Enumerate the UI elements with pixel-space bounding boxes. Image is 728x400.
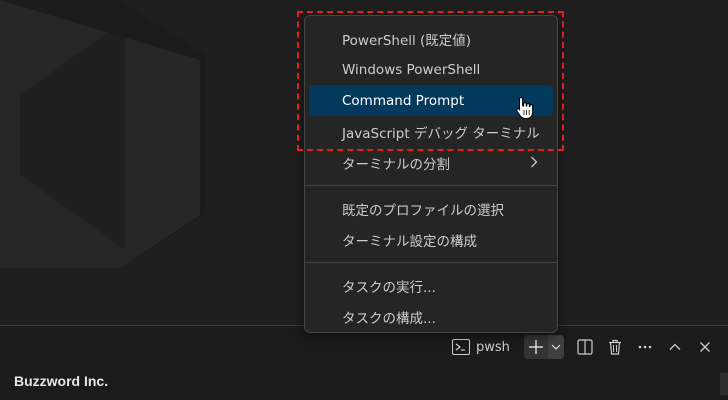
menu-item-label: PowerShell (既定値) [342,32,472,49]
ellipsis-icon [638,345,652,349]
menu-item-split-terminal[interactable]: ターミナルの分割 [309,147,553,178]
menu-item-javascript-debug-terminal[interactable]: JavaScript デバッグ ターミナル [309,116,553,147]
menu-item-label: JavaScript デバッグ ターミナル [342,125,540,142]
menu-item-label: タスクの実行... [342,279,436,296]
vscode-logo-watermark-icon [0,0,205,268]
chevron-right-icon [531,156,538,168]
split-icon [577,339,593,355]
menu-item-select-default-profile[interactable]: 既定のプロファイルの選択 [309,193,553,224]
trash-icon [608,339,621,355]
launch-profile-menu: PowerShell (既定値) Windows PowerShell Comm… [304,15,558,333]
terminal-icon [452,339,470,355]
new-terminal-group [523,335,564,359]
kill-terminal-button[interactable] [600,334,630,360]
terminal-name-label: pwsh [476,339,510,355]
menu-item-configure-tasks[interactable]: タスクの構成... [309,301,553,332]
terminal-tab-pwsh[interactable]: pwsh [446,334,516,360]
menu-item-label: ターミナルの分割 [342,156,450,173]
close-icon [699,342,710,352]
menu-item-configure-terminal-settings[interactable]: ターミナル設定の構成 [309,224,553,255]
maximize-panel-button[interactable] [660,334,690,360]
menu-item-label: Command Prompt [342,92,465,109]
menu-separator [305,185,557,186]
launch-profile-dropdown-button[interactable] [547,335,564,359]
menu-item-label: タスクの構成... [342,310,436,327]
menu-separator [305,262,557,263]
menu-item-windows-powershell[interactable]: Windows PowerShell [309,54,553,85]
menu-item-run-task[interactable]: タスクの実行... [309,270,553,301]
menu-item-label: ターミナル設定の構成 [342,233,477,250]
plus-icon [528,340,543,354]
panel-scrollbar[interactable] [720,373,728,395]
chevron-up-icon [669,343,681,350]
menu-item-label: Windows PowerShell [342,61,481,78]
company-name: Buzzword Inc. [14,373,109,389]
close-panel-button[interactable] [690,334,720,360]
split-terminal-button[interactable] [570,334,600,360]
new-terminal-button[interactable] [524,335,548,359]
more-actions-button[interactable] [630,334,660,360]
terminal-toolbar: pwsh [446,334,720,360]
chevron-down-icon [551,344,561,350]
menu-item-label: 既定のプロファイルの選択 [342,202,504,219]
hand-pointer-cursor-icon [516,96,534,119]
menu-item-powershell-default[interactable]: PowerShell (既定値) [309,23,553,54]
